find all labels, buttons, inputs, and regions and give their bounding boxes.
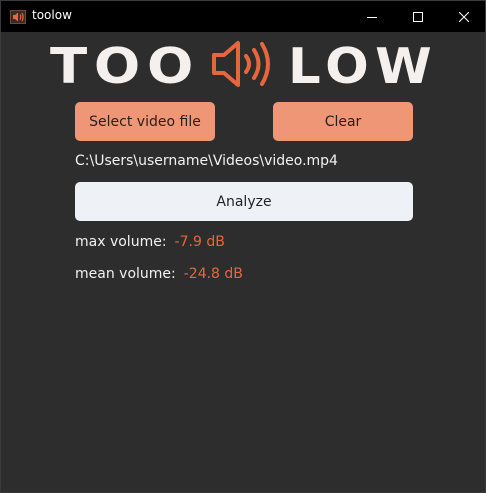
- selected-file-path: C:\Users\username\Videos\video.mp4: [75, 153, 338, 169]
- mean-volume-label: mean volume:: [75, 266, 176, 282]
- logo-text-right: LOW: [288, 40, 438, 88]
- maximize-button[interactable]: [395, 1, 441, 32]
- logo-text-left: TOO: [50, 40, 200, 88]
- window-title: toolow: [32, 8, 72, 22]
- max-volume-value: -7.9 dB: [174, 234, 225, 250]
- close-icon: [459, 11, 469, 22]
- speaker-icon: [10, 9, 26, 24]
- title-bar[interactable]: toolow: [1, 1, 485, 32]
- speaker-icon: [212, 41, 270, 87]
- toolow-logo: TOO LOW: [50, 38, 440, 95]
- mean-volume-value: -24.8 dB: [183, 266, 243, 282]
- select-video-file-button[interactable]: Select video file: [75, 102, 215, 141]
- max-volume-label: max volume:: [75, 234, 167, 250]
- clear-button[interactable]: Clear: [273, 102, 413, 141]
- maximize-icon: [413, 11, 423, 22]
- minimize-icon: [367, 16, 377, 18]
- app-window: toolow TOO LOW Select video file Clear C…: [0, 0, 486, 493]
- mean-volume-row: mean volume: -24.8 dB: [75, 266, 243, 282]
- close-button[interactable]: [441, 1, 485, 32]
- max-volume-row: max volume: -7.9 dB: [75, 234, 225, 250]
- minimize-button[interactable]: [349, 1, 395, 32]
- analyze-button[interactable]: Analyze: [75, 182, 413, 221]
